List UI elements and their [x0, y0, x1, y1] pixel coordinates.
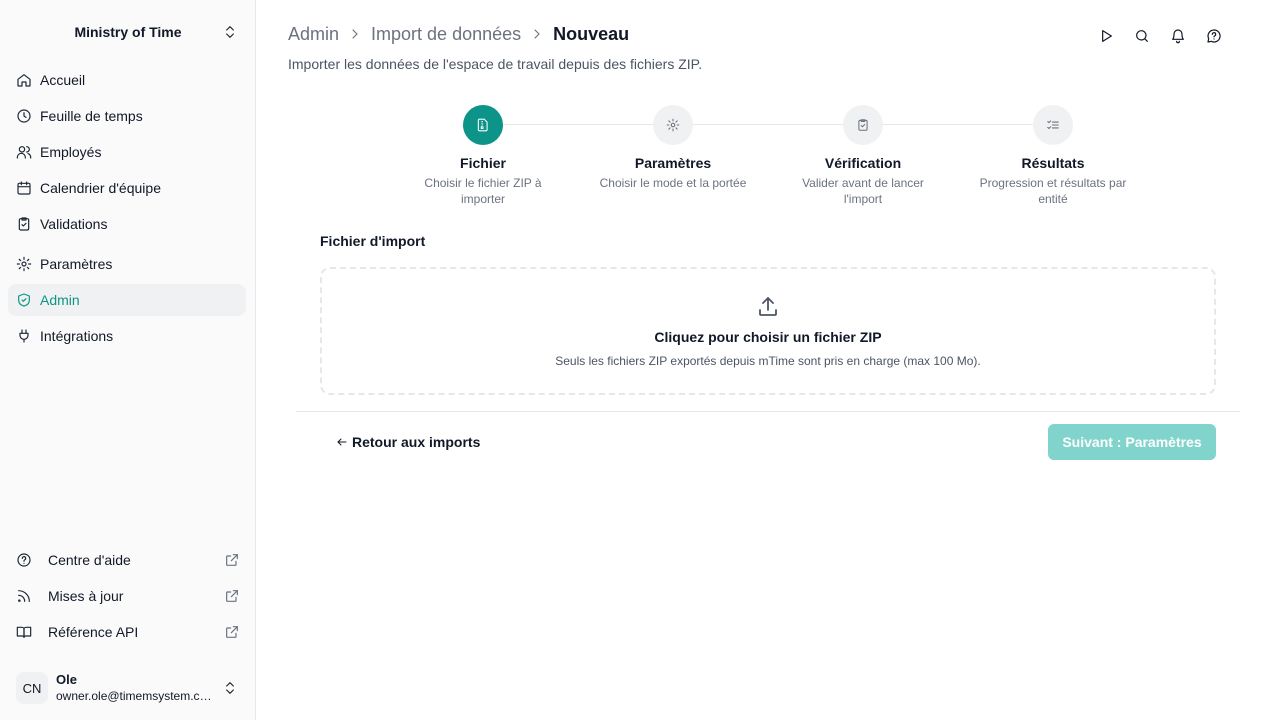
- updates-link[interactable]: Mises à jour: [8, 580, 248, 612]
- step-fichier: Fichier Choisir le fichier ZIP à importe…: [393, 105, 573, 207]
- sidebar-item-feuille-de-temps[interactable]: Feuille de temps: [8, 100, 246, 132]
- back-label: Retour aux imports: [352, 434, 481, 450]
- play-button[interactable]: [1096, 26, 1116, 46]
- step-resultats: Résultats Progression et résultats par e…: [963, 105, 1143, 207]
- clock-icon: [16, 108, 32, 124]
- upload-icon: [756, 295, 780, 319]
- external-link-icon: [224, 588, 240, 604]
- help-center-label: Centre d'aide: [48, 552, 131, 568]
- sidebar-item-validations[interactable]: Validations: [8, 208, 246, 240]
- user-info: Ole owner.ole@timemsystem.com: [56, 672, 216, 704]
- sidebar: Ministry of Time Accueil Feuille de temp…: [0, 0, 256, 720]
- users-icon: [16, 144, 32, 160]
- arrow-left-icon: [336, 436, 348, 448]
- sidebar-item-label: Validations: [40, 216, 108, 232]
- help-center-link[interactable]: Centre d'aide: [8, 544, 248, 576]
- play-icon: [1098, 28, 1114, 44]
- clipboard-check-icon: [856, 118, 870, 132]
- step-parametres: Paramètres Choisir le mode et la portée: [583, 105, 763, 191]
- sidebar-item-label: Calendrier d'équipe: [40, 180, 161, 196]
- chevron-right-icon: [529, 26, 545, 42]
- sidebar-item-label: Admin: [40, 292, 80, 308]
- top-actions: [1096, 26, 1224, 46]
- step-description: Progression et résultats par entité: [979, 176, 1127, 206]
- gear-icon: [666, 118, 680, 132]
- sidebar-item-label: Accueil: [40, 72, 86, 88]
- search-icon: [1134, 28, 1150, 44]
- chevrons-up-down-icon: [222, 24, 238, 40]
- external-link-icon: [224, 552, 240, 568]
- api-reference-link[interactable]: Référence API: [8, 616, 248, 648]
- avatar: CN: [16, 672, 48, 704]
- dropzone-title: Cliquez pour choisir un fichier ZIP: [654, 329, 882, 345]
- back-to-imports-button[interactable]: Retour aux imports: [328, 426, 488, 458]
- plug-icon: [16, 328, 32, 344]
- file-dropzone[interactable]: Cliquez pour choisir un fichier ZIP Seul…: [320, 267, 1216, 395]
- gear-icon: [16, 256, 32, 272]
- rss-icon: [16, 588, 32, 604]
- footer-divider: [296, 411, 1240, 412]
- user-email: owner.ole@timemsystem.com: [56, 689, 216, 703]
- page-subtitle: Importer les données de l'espace de trav…: [288, 56, 703, 72]
- user-name: Ole: [56, 672, 77, 687]
- help-message-icon: [1206, 28, 1222, 44]
- upload-label: Fichier d'import: [320, 233, 426, 249]
- step-indicator: [653, 105, 693, 145]
- api-reference-label: Référence API: [48, 624, 139, 640]
- next-parametres-button[interactable]: Suivant : Paramètres: [1048, 424, 1216, 460]
- step-indicator: [843, 105, 883, 145]
- shield-check-icon: [16, 292, 32, 308]
- dropzone-hint: Seuls les fichiers ZIP exportés depuis m…: [555, 354, 981, 368]
- step-indicator: [1033, 105, 1073, 145]
- clipboard-check-icon: [16, 216, 32, 232]
- chevron-right-icon: [347, 26, 363, 42]
- help-circle-icon: [16, 552, 32, 568]
- search-button[interactable]: [1132, 26, 1152, 46]
- external-link-icon: [224, 624, 240, 640]
- sidebar-item-admin[interactable]: Admin: [8, 284, 246, 316]
- workspace-name: Ministry of Time: [74, 24, 182, 40]
- step-title: Vérification: [824, 155, 902, 171]
- step-description: Choisir le fichier ZIP à importer: [424, 176, 542, 206]
- book-icon: [16, 624, 32, 640]
- step-verification: Vérification Valider avant de lancer l'i…: [773, 105, 953, 207]
- step-description: Choisir le mode et la portée: [599, 176, 747, 190]
- sidebar-item-label: Intégrations: [40, 328, 114, 344]
- step-description: Valider avant de lancer l'import: [802, 176, 924, 206]
- step-indicator: [463, 105, 503, 145]
- workspace-switcher[interactable]: Ministry of Time: [8, 14, 248, 50]
- home-icon: [16, 72, 32, 88]
- breadcrumb-import[interactable]: Import de données: [371, 24, 521, 45]
- breadcrumb: Admin Import de données Nouveau: [288, 22, 629, 46]
- sidebar-item-calendrier[interactable]: Calendrier d'équipe: [8, 172, 246, 204]
- breadcrumb-admin[interactable]: Admin: [288, 24, 339, 45]
- help-button[interactable]: [1204, 26, 1224, 46]
- sidebar-item-label: Employés: [40, 144, 102, 160]
- sidebar-item-parametres[interactable]: Paramètres: [8, 248, 246, 280]
- user-menu[interactable]: CN Ole owner.ole@timemsystem.com: [8, 664, 248, 712]
- step-title: Paramètres: [634, 155, 712, 171]
- sidebar-item-integrations[interactable]: Intégrations: [8, 320, 246, 352]
- step-title: Résultats: [1021, 155, 1085, 171]
- bell-icon: [1170, 28, 1186, 44]
- calendar-icon: [16, 180, 32, 196]
- notifications-button[interactable]: [1168, 26, 1188, 46]
- file-zip-icon: [476, 118, 490, 132]
- updates-label: Mises à jour: [48, 588, 124, 604]
- sidebar-item-accueil[interactable]: Accueil: [8, 64, 246, 96]
- list-checks-icon: [1046, 118, 1060, 132]
- sidebar-item-label: Paramètres: [40, 256, 113, 272]
- chevrons-up-down-icon: [222, 680, 238, 696]
- sidebar-item-employes[interactable]: Employés: [8, 136, 246, 168]
- step-title: Fichier: [460, 155, 506, 171]
- sidebar-item-label: Feuille de temps: [40, 108, 143, 124]
- breadcrumb-current: Nouveau: [553, 23, 630, 44]
